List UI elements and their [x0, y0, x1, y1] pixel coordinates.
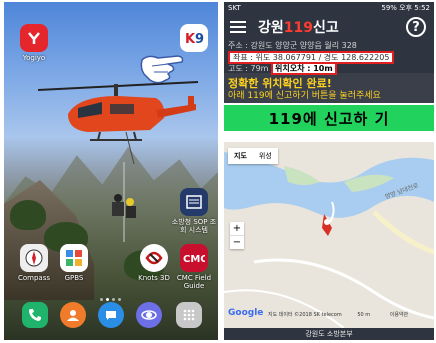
cmc-icon: CMC: [180, 244, 208, 272]
internet-icon[interactable]: [136, 302, 162, 328]
google-logo: Google: [228, 308, 264, 318]
carrier: SKT: [228, 4, 241, 12]
app-compass[interactable]: Compass: [12, 244, 56, 282]
terms-link[interactable]: 이용약관: [390, 312, 408, 318]
app-sop[interactable]: 소방청 SOP 조회 시스템: [170, 188, 218, 234]
page-dot: [118, 298, 121, 301]
app-gpbs[interactable]: GPBS: [52, 244, 96, 282]
tab-satellite[interactable]: 위성: [253, 148, 278, 164]
app-label: Yogiyo: [22, 54, 46, 62]
menu-icon[interactable]: [230, 21, 246, 33]
call-119-button[interactable]: 119에 신고하 기: [224, 105, 434, 131]
title-number: 119: [283, 20, 313, 36]
helicopter-image: [38, 81, 198, 164]
k9-icon: K9: [180, 24, 208, 52]
location-info: 주소 : 강원도 양양군 양양읍 월리 328 좌표 : 위도 38.06779…: [224, 40, 434, 75]
wallpaper-tree: [10, 200, 46, 230]
scale-text: 50 m: [357, 312, 371, 318]
help-icon[interactable]: ?: [406, 17, 426, 37]
attribution-text: 지도 데이터 ©2018 SK telecom: [268, 312, 342, 318]
app-label: GPBS: [64, 274, 84, 282]
home-screen: Yogiyo K9 소방청 SOP 조회 시스템 Compass GPBS Kn…: [4, 2, 218, 340]
altitude-text: 고도 : 79m: [228, 64, 269, 73]
yogiyo-icon: [20, 24, 48, 52]
apps-drawer-icon[interactable]: [176, 302, 202, 328]
location-error-text: 위치오차 : 10m: [271, 62, 337, 75]
map-canvas: [224, 142, 434, 328]
page-dot-active: [106, 298, 109, 301]
address-text: 주소 : 강원도 양양군 양양읍 월리 328: [228, 41, 357, 50]
contacts-icon[interactable]: [60, 302, 86, 328]
knots-icon: [140, 244, 168, 272]
rescuer-image: [112, 162, 136, 242]
pointing-hand-icon: [140, 55, 184, 84]
map-view[interactable]: 지도 위성 양양 남대천로 + − Google 지도 데이터 ©2018 SK…: [224, 142, 434, 328]
svg-text:9: 9: [195, 32, 204, 47]
compass-icon: [20, 244, 48, 272]
tab-map[interactable]: 지도: [228, 148, 253, 164]
dock: [4, 302, 218, 332]
zoom-out-button[interactable]: −: [230, 235, 244, 249]
map-type-tabs: 지도 위성: [228, 148, 278, 164]
app-screen: SKT 59% 오후 5:52 강원119신고 ? 주소 : 강원도 양양군 양…: [224, 2, 434, 340]
sop-icon: [180, 188, 208, 216]
status-bar: SKT 59% 오후 5:52: [224, 2, 434, 14]
app-cmc[interactable]: CMC CMC Field Guide: [170, 244, 218, 290]
footer: 강원도 소방본부: [224, 328, 434, 340]
page-dot: [100, 298, 103, 301]
title-prefix: 강원: [258, 20, 284, 36]
app-title: 강원119신고: [258, 17, 339, 37]
title-suffix: 신고: [313, 20, 339, 36]
svg-text:CMC: CMC: [183, 254, 205, 265]
app-yogiyo[interactable]: Yogiyo: [12, 24, 56, 62]
gpbs-icon: [60, 244, 88, 272]
zoom-in-button[interactable]: +: [230, 222, 244, 235]
app-label: 소방청 SOP 조회 시스템: [171, 218, 217, 234]
page-dot: [112, 298, 115, 301]
app-k9[interactable]: K9: [172, 24, 216, 54]
app-bar: 강원119신고 ?: [224, 14, 434, 40]
app-label: CMC Field Guide: [176, 274, 212, 290]
zoom-controls: + −: [230, 222, 244, 249]
phone-icon[interactable]: [22, 302, 48, 328]
messages-icon[interactable]: [98, 302, 124, 328]
app-label: Compass: [17, 274, 51, 282]
location-confirmed-text: 정확한 위치확인 완료!: [224, 73, 434, 90]
instruction-text: 아래 119에 신고하기 버튼을 눌러주세요: [224, 89, 434, 103]
battery-time: 59% 오후 5:52: [381, 4, 430, 12]
map-attribution: 지도 데이터 ©2018 SK telecom 50 m 이용약관: [268, 311, 408, 318]
